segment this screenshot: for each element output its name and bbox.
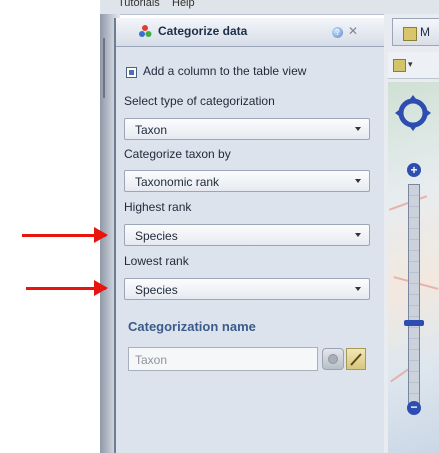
categorization-type-select[interactable]: Taxon [124, 118, 370, 140]
chevron-down-icon [355, 179, 361, 183]
categorization-name-value: Taxon [135, 353, 168, 367]
categorize-by-label: Categorize taxon by [124, 147, 231, 161]
zoom-slider[interactable] [408, 184, 420, 406]
menu-item-help[interactable]: Help [172, 0, 195, 9]
lowest-rank-value: Species [135, 283, 178, 297]
pencil-icon [350, 353, 362, 366]
map-layer-icon[interactable] [393, 59, 406, 72]
highest-rank-value: Species [135, 229, 178, 243]
reset-name-button[interactable] [322, 348, 344, 370]
map-tab[interactable]: M [392, 18, 439, 46]
categorize-by-select[interactable]: Taxonomic rank [124, 170, 370, 192]
arrow-highest-rank [22, 227, 108, 243]
chevron-down-icon[interactable]: ▾ [408, 59, 413, 70]
pan-control-icon[interactable] [395, 95, 431, 131]
highest-rank-select[interactable]: Species [124, 224, 370, 246]
zoom-in-button[interactable]: + [407, 163, 421, 177]
chevron-down-icon [355, 127, 361, 131]
edit-name-button[interactable] [346, 348, 366, 370]
categorize-by-value: Taxonomic rank [135, 175, 220, 189]
categorize-icon [139, 25, 152, 37]
menu-bar: Tutorials Help [100, 0, 439, 15]
categorization-type-label: Select type of categorization [124, 94, 275, 108]
close-icon[interactable]: ✕ [348, 24, 358, 38]
categorization-type-value: Taxon [135, 123, 168, 137]
map-icon [403, 27, 417, 41]
categorization-name-input[interactable]: Taxon [128, 347, 318, 371]
menu-item-tutorials[interactable]: Tutorials [118, 0, 160, 9]
highest-rank-label: Highest rank [124, 200, 192, 214]
lowest-rank-select[interactable]: Species [124, 278, 370, 300]
help-icon[interactable]: ? [332, 27, 343, 38]
lowest-rank-label: Lowest rank [124, 254, 189, 268]
chevron-down-icon [355, 233, 361, 237]
zoom-out-button[interactable]: − [407, 401, 421, 415]
categorize-data-panel: Categorize data ? ✕ Add a column to the … [114, 18, 386, 453]
panel-title: Categorize data [158, 24, 248, 38]
arrow-lowest-rank [26, 280, 108, 296]
map-toolbar: ▾ [388, 52, 439, 79]
zoom-slider-handle[interactable] [404, 320, 424, 326]
map-tab-label: M [420, 25, 430, 39]
chevron-down-icon [355, 287, 361, 291]
add-column-label: Add a column to the table view [143, 64, 307, 78]
add-column-checkbox[interactable] [126, 67, 137, 78]
panel-header: Categorize data ? ✕ [116, 18, 384, 47]
categorization-name-title: Categorization name [128, 319, 256, 334]
